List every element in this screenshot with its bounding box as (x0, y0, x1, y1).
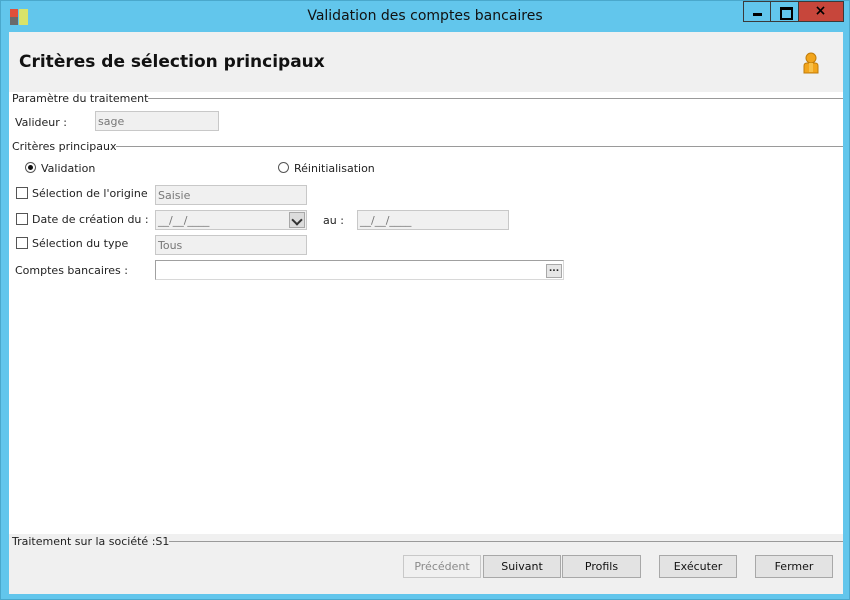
group-legend-criteria: Critères principaux (12, 140, 117, 153)
validator-field[interactable]: sage (95, 111, 219, 131)
origin-field[interactable]: Saisie (155, 185, 307, 205)
header-panel: Critères de sélection principaux (9, 32, 843, 92)
creation-date-to-field[interactable]: __/__/____ (357, 210, 509, 230)
radio-reinitialisation-label[interactable]: Réinitialisation (294, 162, 375, 175)
close-icon: × (814, 3, 827, 19)
radio-reinitialisation[interactable] (278, 162, 289, 173)
page-title: Critères de sélection principaux (19, 52, 325, 72)
type-label[interactable]: Sélection du type (32, 237, 128, 250)
footer-divider (151, 541, 843, 542)
type-checkbox[interactable] (16, 237, 28, 249)
window-title: Validation des comptes bancaires (307, 8, 543, 24)
profiles-button[interactable]: Profils (562, 555, 641, 578)
company-text: Traitement sur la société :S1 (12, 535, 170, 548)
origin-checkbox[interactable] (16, 187, 28, 199)
creation-date-checkbox[interactable] (16, 213, 28, 225)
close-window-button[interactable]: × (799, 1, 844, 22)
maximize-button[interactable] (771, 1, 799, 22)
window-client: Critères de sélection principaux Paramèt… (9, 32, 843, 594)
app-window: Validation des comptes bancaires × Critè… (0, 0, 850, 600)
ellipsis-icon[interactable]: ... (546, 264, 562, 278)
user-icon[interactable] (802, 52, 820, 74)
origin-label[interactable]: Sélection de l'origine (32, 187, 148, 200)
type-field[interactable]: Tous (155, 235, 307, 255)
creation-date-to-label: au : (323, 214, 344, 227)
group-divider (127, 98, 843, 99)
group-divider (103, 146, 843, 147)
bank-accounts-label: Comptes bancaires : (15, 264, 128, 277)
creation-date-from-field[interactable]: __/__/____ (155, 210, 307, 230)
validator-label: Valideur : (15, 116, 67, 129)
minimize-button[interactable] (743, 1, 771, 22)
radio-validation[interactable] (25, 162, 36, 173)
chevron-down-icon[interactable] (289, 212, 305, 228)
close-button[interactable]: Fermer (755, 555, 833, 578)
creation-date-label[interactable]: Date de création du : (32, 213, 149, 226)
group-legend-treatment: Paramètre du traitement (12, 92, 149, 105)
next-button[interactable]: Suivant (483, 555, 561, 578)
bank-accounts-field[interactable] (155, 260, 564, 280)
footer-panel: Traitement sur la société :S1 Précédent … (9, 534, 843, 594)
title-bar[interactable]: Validation des comptes bancaires × (1, 1, 849, 32)
radio-validation-label[interactable]: Validation (41, 162, 95, 175)
execute-button[interactable]: Exécuter (659, 555, 737, 578)
previous-button[interactable]: Précédent (403, 555, 481, 578)
